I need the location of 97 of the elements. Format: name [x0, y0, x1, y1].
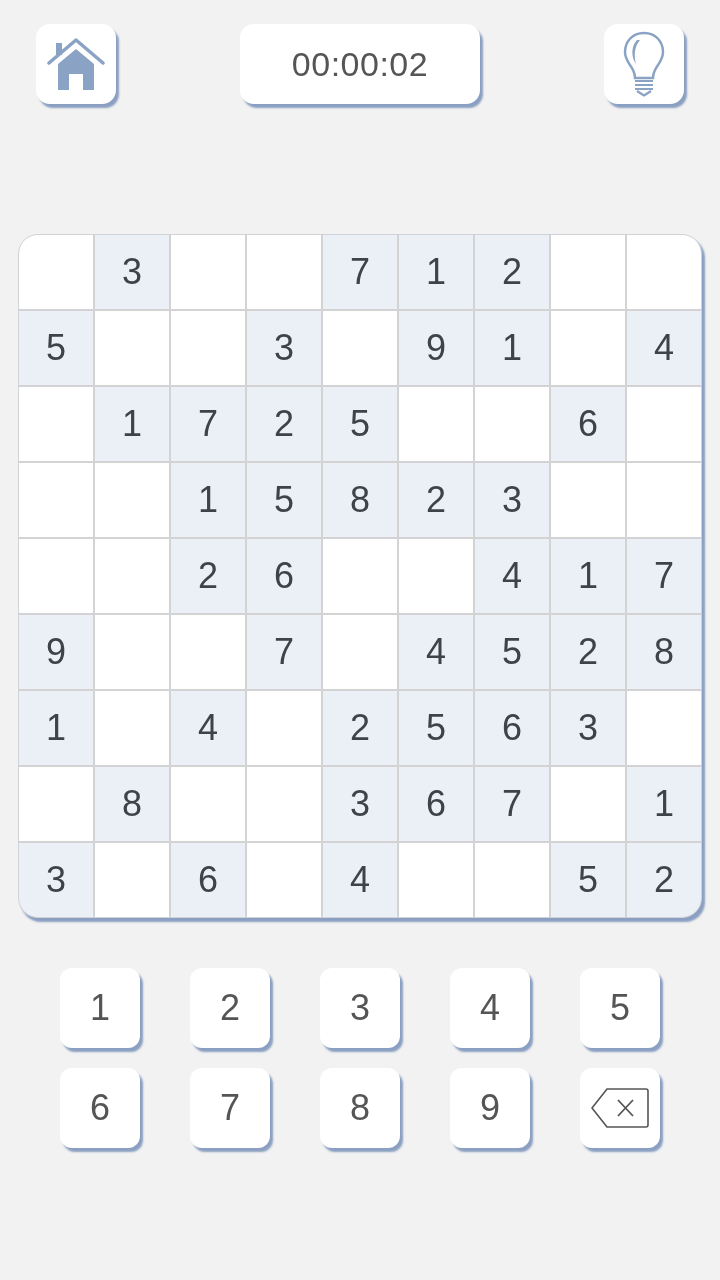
grid-cell[interactable]: 6	[475, 691, 549, 765]
grid-cell[interactable]	[323, 615, 397, 689]
grid-cell[interactable]: 7	[627, 539, 701, 613]
number-key[interactable]: 2	[190, 968, 270, 1048]
grid-cell[interactable]: 5	[551, 843, 625, 917]
lightbulb-icon	[622, 31, 666, 97]
number-key[interactable]: 9	[450, 1068, 530, 1148]
number-key[interactable]: 4	[450, 968, 530, 1048]
grid-cell[interactable]: 4	[627, 311, 701, 385]
grid-cell[interactable]	[627, 235, 701, 309]
number-key[interactable]: 5	[580, 968, 660, 1048]
grid-cell[interactable]: 4	[399, 615, 473, 689]
grid-cell[interactable]: 3	[551, 691, 625, 765]
grid-cell[interactable]: 7	[323, 235, 397, 309]
grid-cell[interactable]: 7	[171, 387, 245, 461]
number-key[interactable]: 6	[60, 1068, 140, 1148]
grid-cell[interactable]: 9	[399, 311, 473, 385]
grid-cell[interactable]: 5	[475, 615, 549, 689]
grid-cell[interactable]: 7	[475, 767, 549, 841]
grid-cell[interactable]	[247, 767, 321, 841]
grid-cell[interactable]: 8	[323, 463, 397, 537]
grid-cell[interactable]	[627, 387, 701, 461]
number-key[interactable]: 1	[60, 968, 140, 1048]
grid-cell[interactable]: 2	[551, 615, 625, 689]
grid-cell[interactable]	[551, 235, 625, 309]
grid-cell[interactable]: 3	[323, 767, 397, 841]
grid-cell[interactable]	[323, 311, 397, 385]
grid-cell[interactable]	[399, 539, 473, 613]
grid-cell[interactable]	[95, 691, 169, 765]
grid-cell[interactable]: 1	[171, 463, 245, 537]
grid-cell[interactable]: 2	[171, 539, 245, 613]
grid-cell[interactable]: 6	[399, 767, 473, 841]
grid-cell[interactable]	[247, 235, 321, 309]
grid-cell[interactable]	[95, 615, 169, 689]
grid-cell[interactable]	[171, 235, 245, 309]
grid-cell[interactable]: 2	[627, 843, 701, 917]
grid-cell[interactable]: 4	[323, 843, 397, 917]
grid-cell[interactable]: 2	[475, 235, 549, 309]
grid-cell[interactable]	[247, 691, 321, 765]
number-key[interactable]: 3	[320, 968, 400, 1048]
grid-cell[interactable]	[475, 387, 549, 461]
grid-cell[interactable]	[19, 463, 93, 537]
grid-cell[interactable]	[475, 843, 549, 917]
grid-cell[interactable]: 3	[247, 311, 321, 385]
number-key[interactable]: 8	[320, 1068, 400, 1148]
grid-cell[interactable]	[551, 767, 625, 841]
grid-cell[interactable]: 3	[475, 463, 549, 537]
grid-cell[interactable]: 1	[475, 311, 549, 385]
grid-cell[interactable]: 8	[627, 615, 701, 689]
grid-cell[interactable]: 4	[475, 539, 549, 613]
grid-cell[interactable]: 4	[171, 691, 245, 765]
grid-cell[interactable]	[627, 463, 701, 537]
grid-cell[interactable]	[399, 387, 473, 461]
grid-cell[interactable]: 2	[399, 463, 473, 537]
backspace-icon	[591, 1088, 649, 1128]
grid-cell[interactable]: 1	[19, 691, 93, 765]
grid-cell[interactable]: 5	[247, 463, 321, 537]
grid-cell[interactable]: 1	[95, 387, 169, 461]
grid-cell[interactable]: 1	[399, 235, 473, 309]
grid-cell[interactable]	[247, 843, 321, 917]
grid-cell[interactable]: 2	[323, 691, 397, 765]
grid-cell[interactable]	[551, 463, 625, 537]
grid-cell[interactable]: 9	[19, 615, 93, 689]
grid-cell[interactable]	[95, 843, 169, 917]
grid-cell[interactable]	[95, 311, 169, 385]
grid-cell[interactable]: 8	[95, 767, 169, 841]
grid-cell[interactable]: 6	[247, 539, 321, 613]
grid-cell[interactable]: 5	[19, 311, 93, 385]
house-icon	[47, 37, 105, 91]
grid-cell[interactable]: 3	[95, 235, 169, 309]
number-key[interactable]: 7	[190, 1068, 270, 1148]
grid-cell[interactable]: 1	[627, 767, 701, 841]
grid-cell[interactable]	[19, 539, 93, 613]
timer-display: 00:00:02	[240, 24, 480, 104]
grid-cell[interactable]	[19, 387, 93, 461]
grid-cell[interactable]	[19, 767, 93, 841]
grid-cell[interactable]: 7	[247, 615, 321, 689]
grid-cell[interactable]: 3	[19, 843, 93, 917]
grid-cell[interactable]	[95, 463, 169, 537]
grid-cell[interactable]	[551, 311, 625, 385]
home-button[interactable]	[36, 24, 116, 104]
grid-cell[interactable]: 6	[171, 843, 245, 917]
grid-cell[interactable]: 2	[247, 387, 321, 461]
grid-cell[interactable]	[323, 539, 397, 613]
grid-cell[interactable]	[171, 767, 245, 841]
grid-cell[interactable]	[171, 311, 245, 385]
backspace-button[interactable]	[580, 1068, 660, 1148]
grid-cell[interactable]	[171, 615, 245, 689]
grid-cell[interactable]	[627, 691, 701, 765]
grid-cell[interactable]	[19, 235, 93, 309]
grid-cell[interactable]: 5	[399, 691, 473, 765]
grid-cell[interactable]	[399, 843, 473, 917]
grid-cell[interactable]	[95, 539, 169, 613]
grid-cell[interactable]: 5	[323, 387, 397, 461]
grid-cell[interactable]: 6	[551, 387, 625, 461]
hint-button[interactable]	[604, 24, 684, 104]
grid-cell[interactable]: 1	[551, 539, 625, 613]
